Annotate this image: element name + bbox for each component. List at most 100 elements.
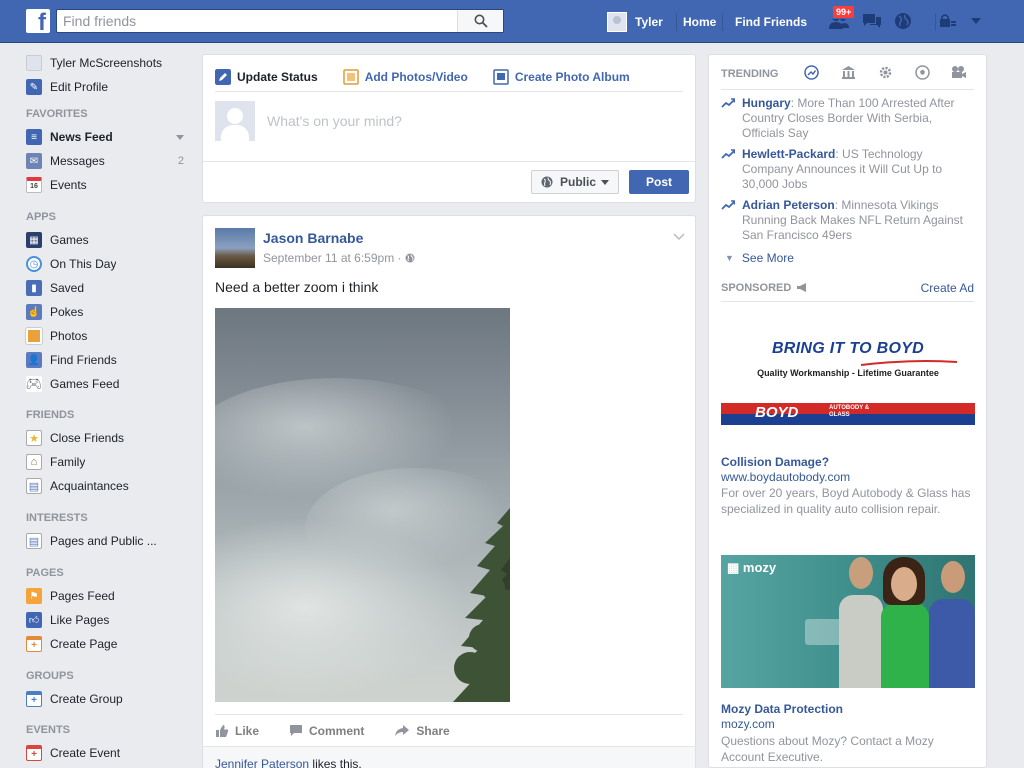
see-more-link[interactable]: ▼ See More: [725, 251, 794, 265]
sidebar-item-profile[interactable]: Tyler McScreenshots: [26, 52, 194, 74]
section-header-apps: APPS: [26, 211, 56, 223]
divider: [675, 12, 677, 31]
avatar[interactable]: [215, 228, 255, 268]
sidebar-item-label: Games Feed: [50, 377, 120, 391]
post-options-button[interactable]: [673, 230, 685, 244]
divider: [721, 301, 974, 302]
ad-description: For over 20 years, Boyd Autobody & Glass…: [721, 486, 971, 516]
messages-button[interactable]: [859, 8, 885, 34]
sidebar-item-label: Pages and Public ...: [50, 534, 157, 548]
tab-create-album[interactable]: Create Photo Album: [493, 69, 630, 85]
tab-update-status[interactable]: Update Status: [215, 69, 318, 85]
sidebar-item-label: Pokes: [50, 305, 84, 319]
privacy-shortcuts-button[interactable]: [935, 8, 961, 34]
trending-icon: [803, 64, 819, 80]
sidebar-item-label: Create Group: [50, 692, 123, 706]
sidebar-item-label: Pages Feed: [50, 589, 115, 603]
see-more-label: See More: [741, 251, 794, 265]
tab-add-photos[interactable]: Add Photos/Video: [342, 69, 468, 85]
sidebar-item-create-page[interactable]: + Create Page: [26, 633, 194, 655]
create-ad-link[interactable]: Create Ad: [921, 281, 974, 295]
tab-trending-sports[interactable]: [914, 64, 930, 80]
sidebar-item-label: Like Pages: [50, 613, 110, 627]
sidebar-item-saved[interactable]: ▮ Saved: [26, 277, 194, 299]
ad-url[interactable]: www.boydautobody.com: [721, 470, 850, 484]
person-head: [941, 561, 965, 593]
find-friends-link[interactable]: Find Friends: [735, 0, 807, 43]
avatar: [607, 11, 627, 32]
sidebar-item-label: News Feed: [50, 130, 113, 144]
home-link[interactable]: Home: [683, 0, 716, 43]
sidebar-item-find-friends[interactable]: 👤 Find Friends: [26, 349, 194, 371]
sidebar-item-pages-feed[interactable]: ⚑ Pages Feed: [26, 585, 194, 607]
post-button[interactable]: Post: [629, 170, 689, 194]
comment-button[interactable]: Comment: [289, 724, 364, 738]
clock-icon: ◷: [26, 256, 42, 272]
sidebar-item-label: Messages: [50, 154, 105, 168]
share-button[interactable]: Share: [394, 724, 450, 738]
sidebar-item-like-pages[interactable]: 👍︎ Like Pages: [26, 609, 194, 631]
notifications-button[interactable]: [890, 8, 916, 34]
sidebar-item-games[interactable]: ▦ Games: [26, 229, 194, 251]
sidebar-item-create-event[interactable]: + Create Event: [26, 742, 194, 764]
liker-link[interactable]: Jennifer Paterson: [215, 757, 309, 768]
sidebar-item-close-friends[interactable]: ★ Close Friends: [26, 427, 194, 449]
feed-story: Jason Barnabe September 11 at 6:59pm · N…: [202, 215, 696, 768]
sponsored-header: SPONSORED: [721, 282, 808, 294]
sidebar-item-photos[interactable]: Photos: [25, 325, 194, 347]
people-icon: ▤: [26, 478, 42, 494]
status-input[interactable]: What's on your mind?: [267, 113, 402, 129]
likes-summary: Jennifer Paterson likes this.: [203, 746, 695, 768]
globe-icon: [541, 176, 553, 188]
section-header-groups: GROUPS: [26, 670, 74, 682]
ad-description: Questions about Mozy? Contact a Mozy Acc…: [721, 734, 934, 764]
post-author[interactable]: Jason Barnabe: [263, 230, 363, 246]
audience-label: Public: [559, 175, 596, 189]
profile-link[interactable]: Tyler: [607, 0, 690, 43]
search-button[interactable]: [457, 10, 503, 32]
sidebar-item-family[interactable]: ⌂ Family: [26, 451, 194, 473]
facebook-logo[interactable]: f: [26, 9, 50, 33]
sidebar-item-label: Games: [50, 233, 89, 247]
trending-item[interactable]: Hungary: More Than 100 Arrested After Co…: [721, 96, 973, 141]
like-button[interactable]: Like: [215, 724, 259, 738]
trending-item[interactable]: Adrian Peterson: Minnesota Vikings Runni…: [721, 198, 973, 243]
ad-banner-subtitle: Quality Workmanship - Lifetime Guarantee: [757, 368, 939, 378]
globe-icon: [405, 253, 415, 263]
sidebar-item-label: Close Friends: [50, 431, 125, 445]
tab-trending-entertainment[interactable]: [951, 64, 967, 80]
sidebar-item-edit-profile[interactable]: ✎ Edit Profile: [26, 76, 194, 98]
tab-trending-politics[interactable]: [840, 64, 856, 80]
sidebar-item-messages[interactable]: ✉ Messages 2: [26, 150, 194, 172]
search-input[interactable]: [57, 10, 457, 32]
sidebar-item-pokes[interactable]: ☝ Pokes: [26, 301, 194, 323]
sidebar-item-on-this-day[interactable]: ◷ On This Day: [26, 253, 194, 275]
sidebar-item-pages-and-public[interactable]: ▤ Pages and Public ...: [26, 530, 194, 552]
sidebar-item-acquaintances[interactable]: ▤ Acquaintances: [26, 475, 194, 497]
tab-trending-science[interactable]: [877, 64, 893, 80]
sidebar-item-news-feed[interactable]: ≡ News Feed: [26, 126, 194, 148]
ad-url[interactable]: mozy.com: [721, 717, 775, 731]
post-photo[interactable]: [215, 308, 510, 702]
sidebar-item-games-feed[interactable]: 🎮︎ Games Feed: [26, 373, 194, 395]
section-header-friends: FRIENDS: [26, 409, 75, 421]
sidebar-item-create-group[interactable]: + Create Group: [26, 688, 194, 710]
ad-banner-brand-small: AUTOBODY & GLASS: [829, 405, 870, 418]
audience-selector[interactable]: Public: [531, 170, 619, 194]
ad-title[interactable]: Collision Damage?: [721, 455, 829, 469]
chevron-down-icon[interactable]: [176, 134, 184, 140]
swoosh-decoration: [861, 360, 957, 366]
tab-trending-top[interactable]: [803, 64, 819, 80]
calendar-icon: 16: [26, 177, 42, 193]
sidebar-item-label: On This Day: [50, 257, 117, 271]
ad-banner-boyd[interactable]: BRING IT TO BOYD Quality Workmanship - L…: [721, 313, 975, 427]
ad-banner-mozy[interactable]: ▦ mozy: [721, 555, 975, 688]
ad-title[interactable]: Mozy Data Protection: [721, 702, 843, 716]
sidebar-item-events[interactable]: 16 Events: [26, 174, 194, 196]
chevron-down-icon: [971, 18, 981, 24]
gear-icon: [879, 66, 891, 78]
thumbs-up-icon: [216, 724, 229, 737]
account-menu-button[interactable]: [963, 8, 989, 34]
post-timestamp[interactable]: September 11 at 6:59pm ·: [263, 251, 415, 265]
trending-item[interactable]: Hewlett-Packard: US Technology Company A…: [721, 147, 973, 192]
